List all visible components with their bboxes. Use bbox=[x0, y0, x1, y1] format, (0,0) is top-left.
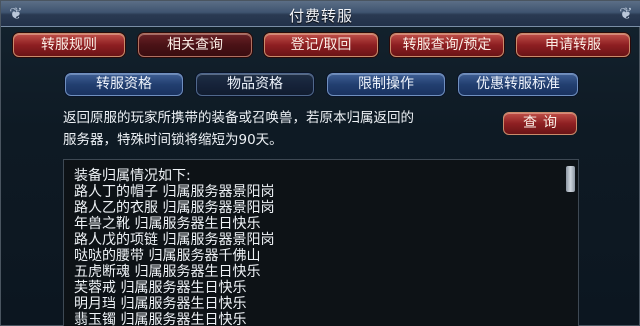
subtab-restricted-actions[interactable]: 限制操作 bbox=[327, 73, 445, 96]
subtab-item-eligibility[interactable]: 物品资格 bbox=[196, 73, 314, 96]
tab-related-query[interactable]: 相关查询 bbox=[138, 33, 252, 57]
title-bar[interactable]: ❦ 付费转服 ❦ bbox=[1, 1, 640, 27]
list-item: 明月珰 归属服务器生日快乐 bbox=[74, 296, 247, 312]
swirl-ornament-icon: ❦ bbox=[619, 4, 633, 23]
tab-transfer-rules[interactable]: 转服规则 bbox=[13, 33, 125, 57]
tab-register-retrieve[interactable]: 登记/取回 bbox=[264, 33, 378, 57]
scroll-thumb[interactable] bbox=[566, 166, 575, 192]
list-item: 哒哒的腰带 归属服务器千佛山 bbox=[74, 248, 261, 264]
tab-apply-transfer[interactable]: 申请转服 bbox=[516, 33, 630, 57]
tab-transfer-query-reserve[interactable]: 转服查询/预定 bbox=[390, 33, 504, 57]
list-item: 芙蓉戒 归属服务器生日快乐 bbox=[74, 280, 247, 296]
list-item: 翡玉镯 归属服务器生日快乐 bbox=[74, 312, 247, 326]
list-item: 年兽之靴 归属服务器生日快乐 bbox=[74, 216, 261, 232]
list-header: 装备归属情况如下: bbox=[74, 168, 191, 184]
list-item: 路人乙的衣服 归属服务器景阳岗 bbox=[74, 200, 275, 216]
subtab-transfer-eligibility[interactable]: 转服资格 bbox=[65, 73, 183, 96]
paid-server-transfer-window: ❦ 付费转服 ❦ 转服规则 相关查询 登记/取回 转服查询/预定 申请转服 转服… bbox=[0, 0, 640, 326]
window-title: 付费转服 bbox=[288, 7, 353, 25]
subtab-discount-transfer-standard[interactable]: 优惠转服标准 bbox=[458, 73, 578, 96]
info-text: 返回原服的玩家所携带的装备或召唤兽，若原本归属返回的 服务器，特殊时间锁将缩短为… bbox=[63, 107, 483, 151]
equipment-list: 装备归属情况如下: 路人丁的帽子 归属服务器景阳岗 路人乙的衣服 归属服务器景阳… bbox=[74, 168, 564, 326]
info-line: 返回原服的玩家所携带的装备或召唤兽，若原本归属返回的 bbox=[63, 110, 414, 126]
equipment-list-box[interactable]: 装备归属情况如下: 路人丁的帽子 归属服务器景阳岗 路人乙的衣服 归属服务器景阳… bbox=[63, 159, 579, 326]
info-line: 服务器，特殊时间锁将缩短为90天。 bbox=[63, 132, 283, 148]
list-item: 路人丁的帽子 归属服务器景阳岗 bbox=[74, 184, 275, 200]
list-item: 路人戊的项链 归属服务器景阳岗 bbox=[74, 232, 275, 248]
list-item: 五虎断魂 归属服务器生日快乐 bbox=[74, 264, 261, 280]
scrollbar[interactable] bbox=[566, 164, 575, 326]
query-button[interactable]: 查询 bbox=[503, 112, 577, 135]
